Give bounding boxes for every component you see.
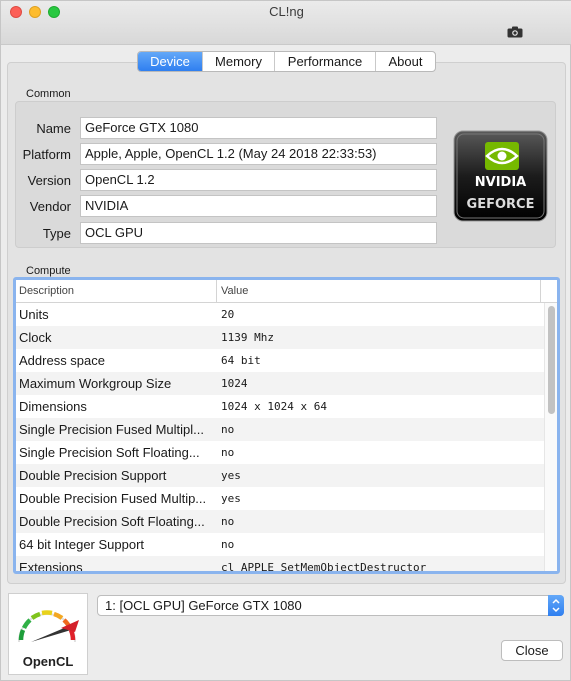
row-description: 64 bit Integer Support xyxy=(19,537,145,552)
opencl-logo: OpenCL xyxy=(8,593,88,675)
table-row[interactable]: Units 20 xyxy=(16,303,544,326)
row-value: cl_APPLE_SetMemObjectDestructor xyxy=(221,561,427,574)
column-header-description[interactable]: Description xyxy=(16,280,217,302)
type-label: Type xyxy=(42,226,71,241)
app-window: CL!ng Device Memory Performance About Co… xyxy=(0,0,571,681)
table-row[interactable]: Dimensions 1024 x 1024 x 64 xyxy=(16,395,544,418)
tab-device[interactable]: Device xyxy=(138,52,203,71)
name-label: Name xyxy=(36,121,71,136)
platform-label: Platform xyxy=(22,147,71,162)
row-value: 1024 xyxy=(221,377,248,390)
table-row[interactable]: Single Precision Fused Multipl... no xyxy=(16,418,544,441)
close-button[interactable]: Close xyxy=(501,640,563,661)
row-description: Maximum Workgroup Size xyxy=(19,376,172,391)
table-row[interactable]: Single Precision Soft Floating... no xyxy=(16,441,544,464)
row-description: Extensions xyxy=(19,560,83,574)
row-value: 20 xyxy=(221,308,235,321)
table-row[interactable]: Address space 64 bit xyxy=(16,349,544,372)
row-value: no xyxy=(221,538,235,551)
type-field[interactable]: OCL GPU xyxy=(80,222,437,244)
version-label: Version xyxy=(27,173,71,188)
table-row[interactable]: Double Precision Soft Floating... no xyxy=(16,510,544,533)
row-value: 64 bit xyxy=(221,354,261,367)
title-bar: CL!ng xyxy=(1,1,571,45)
name-field[interactable]: GeForce GTX 1080 xyxy=(80,117,437,139)
row-description: Units xyxy=(19,307,49,322)
row-value: yes xyxy=(221,492,241,505)
select-arrows-icon[interactable] xyxy=(548,595,564,616)
row-description: Single Precision Soft Floating... xyxy=(19,445,200,460)
tab-about[interactable]: About xyxy=(376,52,435,71)
row-description: Dimensions xyxy=(19,399,87,414)
nvidia-geforce-logo: NVIDIA GEFORCE xyxy=(453,130,548,222)
row-description: Single Precision Fused Multipl... xyxy=(19,422,204,437)
tab-performance[interactable]: Performance xyxy=(275,52,376,71)
scrollbar-thumb[interactable] xyxy=(548,306,555,414)
geforce-wordmark: GEFORCE xyxy=(467,197,535,212)
row-description: Double Precision Fused Multip... xyxy=(19,491,207,506)
device-select[interactable]: 1: [OCL GPU] GeForce GTX 1080 xyxy=(97,595,564,616)
table-scrollbar[interactable] xyxy=(544,303,557,571)
table-row[interactable]: 64 bit Integer Support no xyxy=(16,533,544,556)
row-description: Double Precision Soft Floating... xyxy=(19,514,205,529)
platform-field[interactable]: Apple, Apple, OpenCL 1.2 (May 24 2018 22… xyxy=(80,143,437,165)
vendor-label: Vendor xyxy=(29,199,71,214)
compute-group-label: Compute xyxy=(26,265,71,277)
window-title: CL!ng xyxy=(269,4,304,19)
nvidia-wordmark: NVIDIA xyxy=(475,175,526,190)
device-select-value: 1: [OCL GPU] GeForce GTX 1080 xyxy=(105,598,302,613)
row-value: no xyxy=(221,446,235,459)
row-value: 1139 Mhz xyxy=(221,331,274,344)
table-row[interactable]: Double Precision Fused Multip... yes xyxy=(16,487,544,510)
common-group-label: Common xyxy=(26,88,71,100)
row-description: Clock xyxy=(19,330,52,345)
row-value: yes xyxy=(221,469,241,482)
table-header: Description Value xyxy=(16,280,557,303)
table-row[interactable]: Extensions cl_APPLE_SetMemObjectDestructo… xyxy=(16,556,544,574)
tab-bar: Device Memory Performance About xyxy=(137,51,436,72)
opencl-wordmark: OpenCL xyxy=(22,654,74,669)
compute-table[interactable]: Description Value Units 20 Clock 1139 Mhz … xyxy=(13,277,560,574)
table-row[interactable]: Clock 1139 Mhz xyxy=(16,326,544,349)
table-row[interactable]: Maximum Workgroup Size 1024 xyxy=(16,372,544,395)
table-body: Units 20 Clock 1139 Mhz Address space 64 bi… xyxy=(16,303,544,574)
camera-icon[interactable] xyxy=(507,26,523,38)
row-description: Double Precision Support xyxy=(19,468,167,483)
row-value: no xyxy=(221,423,235,436)
vendor-field[interactable]: NVIDIA xyxy=(80,195,437,217)
version-field[interactable]: OpenCL 1.2 xyxy=(80,169,437,191)
row-description: Address space xyxy=(19,353,105,368)
tab-memory[interactable]: Memory xyxy=(203,52,275,71)
gauge-icon xyxy=(18,610,79,643)
row-value: no xyxy=(221,515,235,528)
column-header-value[interactable]: Value xyxy=(218,280,541,302)
table-row[interactable]: Double Precision Support yes xyxy=(16,464,544,487)
row-value: 1024 x 1024 x 64 xyxy=(221,400,327,413)
